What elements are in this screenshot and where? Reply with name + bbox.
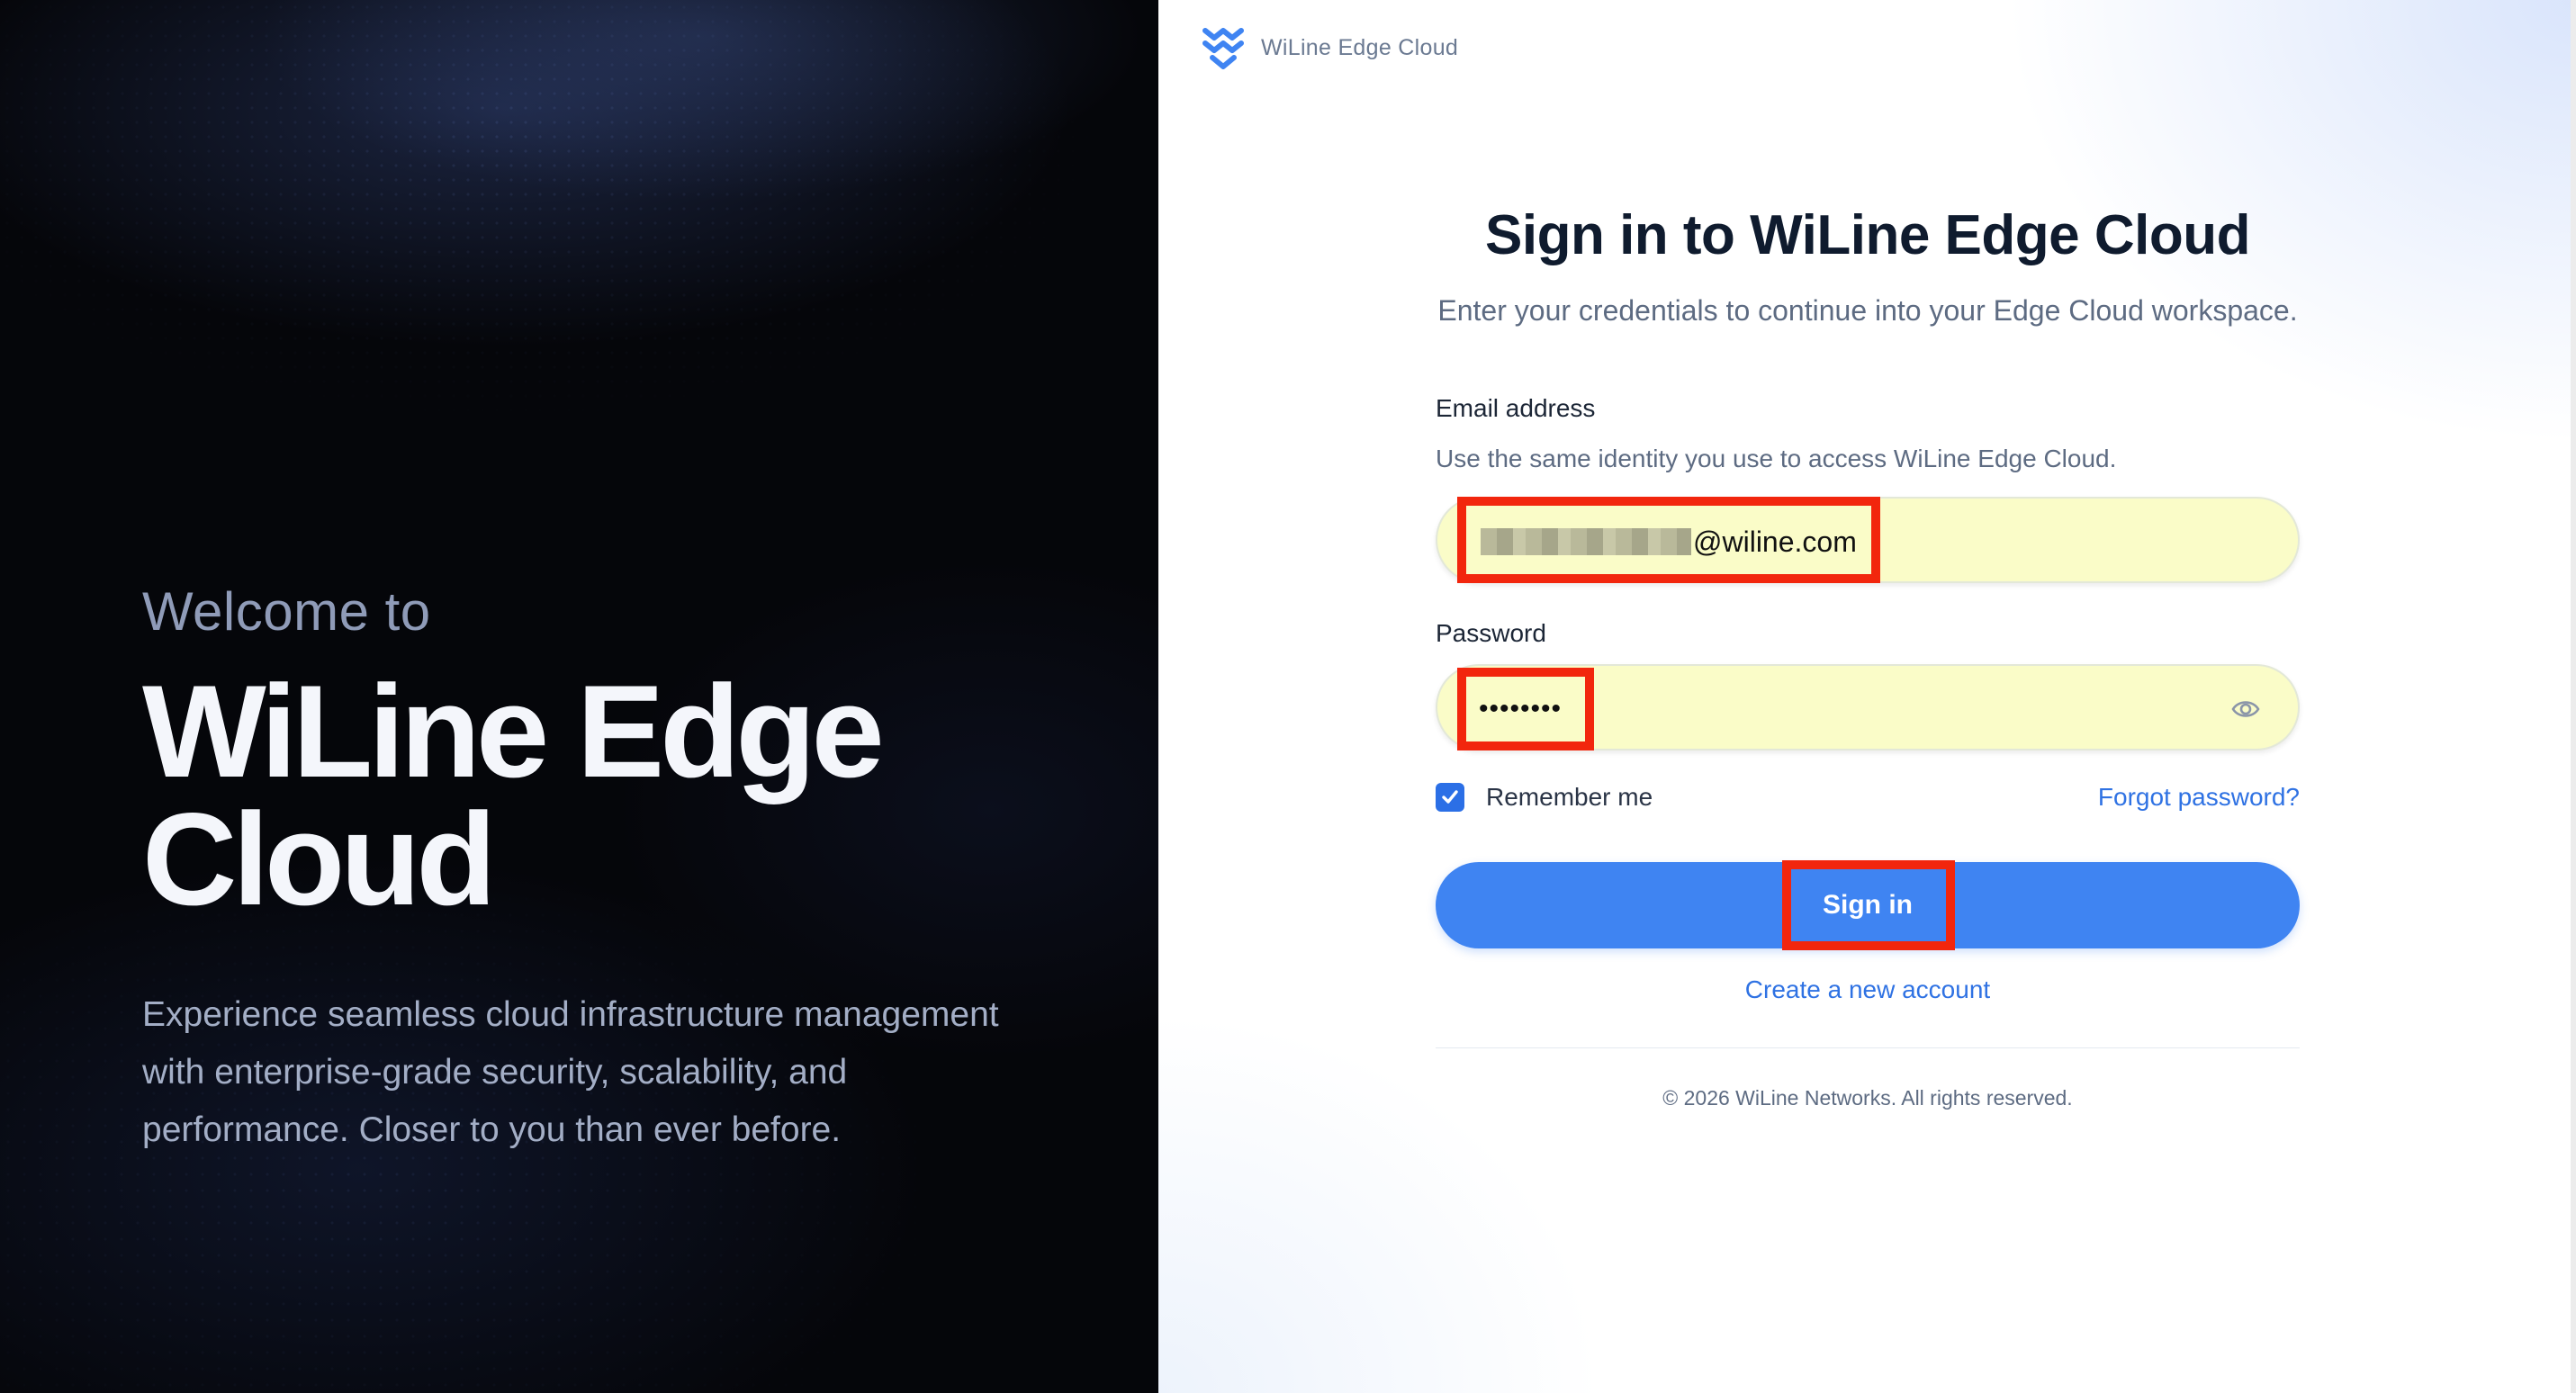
hero-content: Welcome to WiLine Edge Cloud Experience …: [142, 580, 1042, 1159]
remember-me-label[interactable]: Remember me: [1486, 783, 1653, 812]
login-panel: WiLine Edge Cloud Sign in to WiLine Edge…: [1158, 0, 2576, 1393]
hero-title: WiLine Edge Cloud: [142, 658, 885, 932]
brand-header[interactable]: WiLine Edge Cloud: [1202, 25, 1458, 70]
sign-in-button[interactable]: Sign in: [1436, 860, 2300, 950]
hero-welcome-text: Welcome to: [142, 581, 431, 642]
login-page: Welcome to WiLine Edge Cloud Experience …: [0, 0, 2576, 1393]
email-label: Email address: [1436, 394, 1596, 422]
options-row: Remember me Forgot password?: [1436, 783, 2300, 812]
footer-divider: [1436, 1047, 2300, 1048]
wiline-logo-icon: [1202, 28, 1244, 69]
forgot-password-link[interactable]: Forgot password?: [2098, 783, 2300, 812]
checkmark-icon: [1442, 790, 1458, 804]
remember-me[interactable]: Remember me: [1436, 783, 1653, 812]
password-label: Password: [1436, 619, 1546, 647]
sign-in-form: Sign in to WiLine Edge Cloud Enter your …: [1436, 203, 2300, 1110]
email-help-text: Use the same identity you use to access …: [1436, 445, 2117, 472]
eye-icon[interactable]: [2231, 696, 2260, 723]
create-account-link[interactable]: Create a new account: [1436, 975, 2300, 1004]
hero-description: Experience seamless cloud infrastructure…: [142, 995, 999, 1149]
email-input[interactable]: [1437, 499, 2298, 581]
sign-in-button-label: Sign in: [1823, 890, 1913, 920]
form-subtitle: Enter your credentials to continue into …: [1437, 294, 2298, 327]
window-edge: [2571, 0, 2576, 1393]
brand-name: WiLine Edge Cloud: [1261, 34, 1459, 60]
hero-panel: Welcome to WiLine Edge Cloud Experience …: [0, 0, 1158, 1393]
copyright-text: © 2026 WiLine Networks. All rights reser…: [1662, 1086, 2073, 1110]
form-title: Sign in to WiLine Edge Cloud: [1485, 204, 2250, 266]
password-input[interactable]: [1437, 666, 2298, 749]
password-field[interactable]: ••••••••: [1436, 664, 2300, 750]
email-field[interactable]: @wiline.com: [1436, 497, 2300, 583]
remember-me-checkbox[interactable]: [1436, 783, 1464, 812]
